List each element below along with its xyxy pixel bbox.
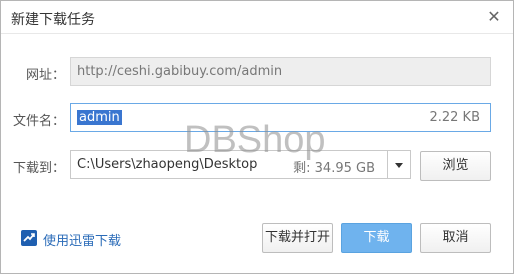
download-and-open-button[interactable]: 下载并打开	[262, 223, 333, 253]
url-field: http://ceshi.gabibuy.com/admin	[70, 57, 491, 86]
title-divider	[1, 33, 513, 34]
dialog-title: 新建下载任务	[11, 12, 95, 28]
chevron-down-icon	[395, 163, 403, 168]
saveto-value[interactable]: C:\Users\zhaopeng\Desktop	[77, 157, 257, 172]
filename-field[interactable]: admin 2.22 KB	[70, 103, 491, 132]
download-button[interactable]: 下载	[341, 223, 412, 253]
browse-button[interactable]: 浏览	[420, 151, 491, 181]
file-size: 2.22 KB	[429, 110, 480, 125]
filename-label: 文件名：	[12, 114, 65, 129]
dialog-titlebar: 新建下载任务 ✕	[1, 1, 513, 33]
new-download-dialog: 新建下载任务 ✕ 网址： http://ceshi.gabibuy.com/ad…	[0, 0, 514, 274]
cancel-button[interactable]: 取消	[420, 223, 491, 253]
saveto-label: 下载到：	[12, 161, 65, 176]
saveto-field[interactable]: C:\Users\zhaopeng\Desktop 剩: 34.95 GB	[70, 150, 388, 179]
free-space: 剩: 34.95 GB	[293, 161, 375, 176]
use-thunder-label[interactable]: 使用迅雷下载	[43, 230, 121, 249]
filename-value[interactable]: admin	[77, 110, 122, 125]
close-icon[interactable]: ✕	[483, 6, 505, 28]
url-label: 网址：	[25, 68, 65, 83]
saveto-dropdown-button[interactable]	[388, 150, 411, 179]
thunder-icon	[21, 230, 37, 246]
url-value: http://ceshi.gabibuy.com/admin	[77, 64, 283, 79]
